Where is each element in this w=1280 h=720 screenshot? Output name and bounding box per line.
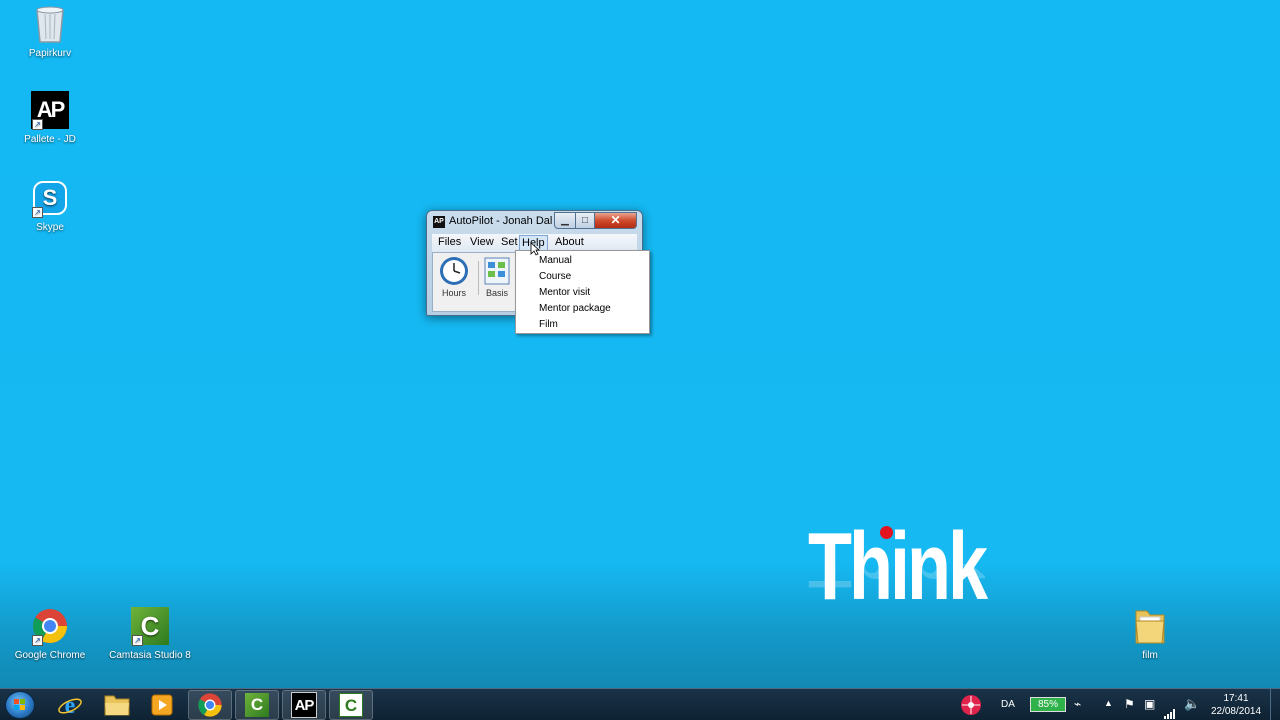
skype-icon: S ↗ bbox=[30, 178, 70, 218]
chrome-icon bbox=[198, 693, 222, 717]
red-flower-icon bbox=[961, 695, 981, 715]
window-titlebar[interactable]: AP AutoPilot - Jonah Dal... ▁ □ ✕ bbox=[427, 211, 642, 233]
shortcut-arrow-icon: ↗ bbox=[132, 635, 143, 646]
basis-label: Basis bbox=[485, 288, 508, 298]
desktop-icon-recycle-bin[interactable]: Papirkurv bbox=[5, 4, 95, 59]
media-player-icon bbox=[151, 694, 173, 716]
battery-indicator[interactable]: 85% bbox=[1030, 697, 1066, 712]
help-dropdown-menu: Manual Course Mentor visit Mentor packag… bbox=[515, 250, 650, 334]
desktop-icon-film-folder[interactable]: film bbox=[1105, 606, 1195, 661]
language-indicator[interactable]: DA bbox=[1001, 699, 1015, 720]
action-center-flag-icon[interactable]: ⚑ bbox=[1124, 697, 1135, 720]
clock-date: 22/08/2014 bbox=[1210, 706, 1262, 717]
taskbar-camtasia-recorder[interactable]: C bbox=[329, 690, 373, 720]
internet-explorer-icon: e bbox=[58, 693, 82, 718]
desktop-icon-label: Camtasia Studio 8 bbox=[109, 650, 191, 661]
clock-icon bbox=[439, 256, 469, 286]
shortcut-arrow-icon: ↗ bbox=[32, 119, 43, 130]
battery-percent: 85% bbox=[1037, 699, 1058, 710]
menu-item-film[interactable]: Film bbox=[539, 319, 558, 330]
folder-icon bbox=[104, 695, 130, 716]
desktop-icon-label: Pallete - JD bbox=[24, 134, 76, 145]
autopilot-icon: AP bbox=[291, 692, 317, 718]
desktop-icon-camtasia[interactable]: C ↗ Camtasia Studio 8 bbox=[105, 606, 195, 661]
power-plug-icon[interactable]: ⌁ bbox=[1074, 697, 1081, 720]
clock-time: 17:41 bbox=[1223, 693, 1249, 704]
start-button[interactable] bbox=[5, 691, 35, 719]
desktop-icon-label: Google Chrome bbox=[14, 650, 86, 661]
folder-icon bbox=[1130, 606, 1170, 646]
recycle-bin-icon bbox=[30, 4, 70, 44]
minimize-button[interactable]: ▁ bbox=[554, 212, 576, 229]
desktop-icon-label: Papirkurv bbox=[28, 48, 72, 59]
menu-item-course[interactable]: Course bbox=[539, 271, 571, 282]
tray-app-icon[interactable] bbox=[960, 694, 986, 716]
volume-icon[interactable]: 🔈 bbox=[1184, 696, 1200, 720]
menu-item-mentor-package[interactable]: Mentor package bbox=[539, 303, 611, 314]
taskbar-internet-explorer[interactable]: e bbox=[48, 690, 92, 720]
taskbar-camtasia[interactable]: C bbox=[235, 690, 279, 720]
camtasia-icon: C ↗ bbox=[130, 606, 170, 646]
shortcut-arrow-icon: ↗ bbox=[32, 207, 43, 218]
desktop-icon-pallete[interactable]: AP ↗ Pallete - JD bbox=[5, 90, 95, 145]
taskbar-chrome[interactable] bbox=[188, 690, 232, 720]
show-hidden-icons-icon[interactable]: ▲ bbox=[1104, 698, 1113, 720]
hours-button[interactable]: Hours bbox=[434, 256, 474, 298]
desktop-icon-chrome[interactable]: ↗ Google Chrome bbox=[5, 606, 95, 661]
autopilot-icon: AP ↗ bbox=[30, 90, 70, 130]
menu-set[interactable]: Set bbox=[499, 236, 520, 248]
app-logo-icon: AP bbox=[433, 216, 445, 228]
system-clock[interactable]: 17:41 22/08/2014 bbox=[1204, 692, 1268, 718]
svg-text:e: e bbox=[65, 693, 76, 718]
maximize-button[interactable]: □ bbox=[575, 212, 595, 229]
shortcut-arrow-icon: ↗ bbox=[32, 635, 43, 646]
desktop-icon-label: film bbox=[1142, 650, 1158, 661]
show-desktop-button[interactable] bbox=[1270, 689, 1280, 720]
basis-button[interactable]: Basis bbox=[477, 256, 517, 298]
menu-item-manual[interactable]: Manual bbox=[539, 255, 572, 266]
hours-label: Hours bbox=[441, 288, 466, 298]
grid-icon bbox=[482, 256, 512, 286]
menu-item-mentor-visit[interactable]: Mentor visit bbox=[539, 287, 590, 298]
device-icon[interactable]: ▣ bbox=[1144, 697, 1155, 720]
chrome-icon: ↗ bbox=[30, 606, 70, 646]
desktop-icon-skype[interactable]: S ↗ Skype bbox=[5, 178, 95, 233]
camtasia-icon: C bbox=[245, 693, 269, 717]
close-button[interactable]: ✕ bbox=[594, 212, 637, 229]
think-logo-dot bbox=[880, 526, 893, 539]
taskbar-autopilot[interactable]: AP bbox=[282, 690, 326, 720]
menu-files[interactable]: Files bbox=[436, 236, 463, 248]
network-signal-icon[interactable] bbox=[1163, 698, 1175, 720]
taskbar-media-player[interactable] bbox=[140, 690, 184, 720]
desktop-icon-label: Skype bbox=[36, 222, 64, 233]
windows-logo-icon bbox=[14, 699, 25, 710]
menu-about[interactable]: About bbox=[553, 236, 586, 248]
mouse-cursor-icon bbox=[530, 242, 540, 256]
camtasia-recorder-icon: C bbox=[339, 693, 363, 717]
think-logo-reflection: Think bbox=[808, 564, 985, 600]
taskbar: e C AP C DA 85% ⌁ ▲ ⚑ ▣ 🔈 17:41 22/08/20… bbox=[0, 688, 1280, 720]
menu-view[interactable]: View bbox=[468, 236, 496, 248]
window-title: AutoPilot - Jonah Dal... bbox=[449, 215, 553, 227]
taskbar-explorer[interactable] bbox=[95, 690, 139, 720]
